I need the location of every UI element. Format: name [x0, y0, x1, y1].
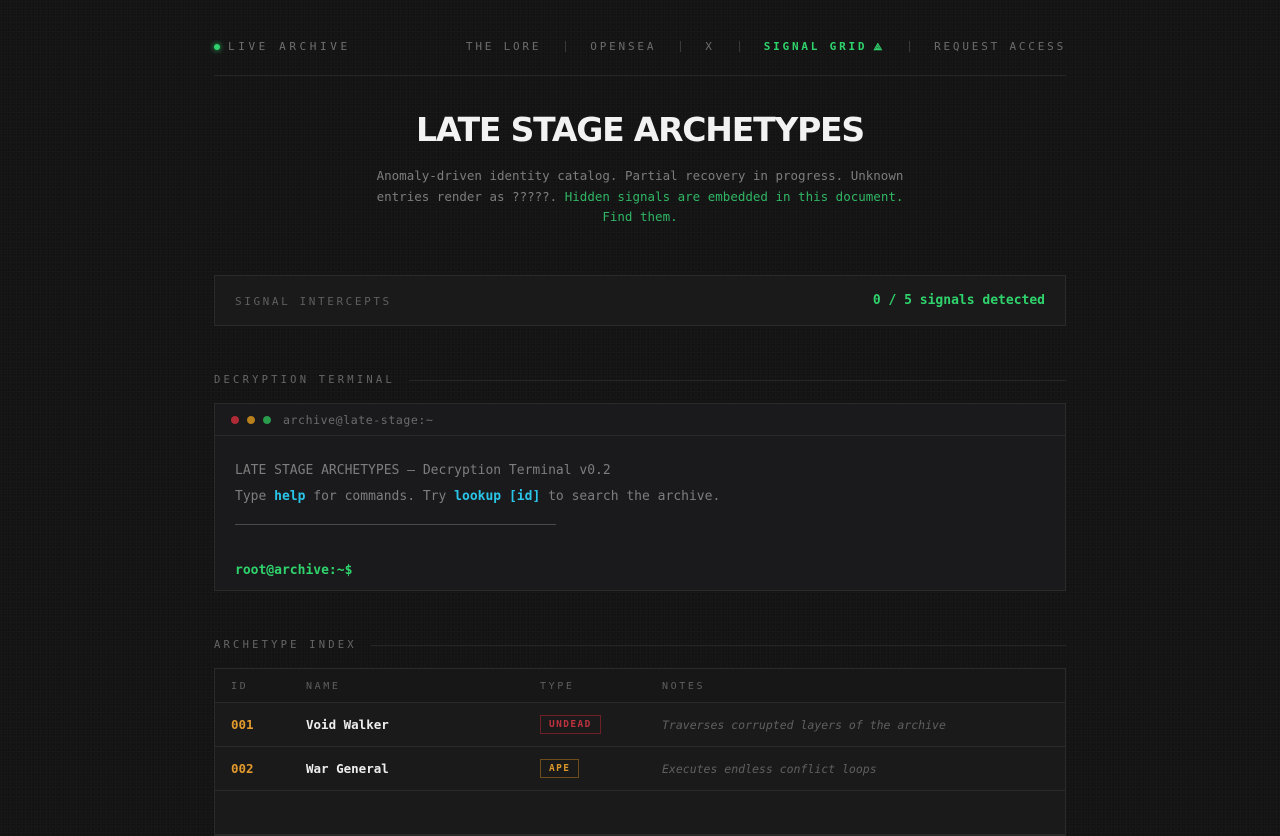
column-header-name: NAME [306, 681, 341, 692]
table-row[interactable] [215, 791, 1065, 835]
nav-separator [909, 41, 911, 52]
help-pre: Type [235, 489, 275, 504]
terminal-help-line: Type help for commands. Try lookup [id] … [235, 484, 1045, 510]
nav-separator [680, 41, 682, 52]
signal-grid-label: SIGNAL GRID [763, 40, 868, 53]
nav-separator [738, 41, 740, 52]
row-notes: Executes endless conflict loops [662, 762, 877, 776]
lookup-command: lookup [id] [454, 489, 541, 504]
type-badge-ape: APE [540, 759, 580, 778]
nav-links: THE LORE OPENSEA X SIGNAL GRID ⟁ REQUEST … [466, 40, 1066, 53]
decryption-terminal-heading: DECRYPTION TERMINAL [214, 374, 1066, 386]
row-notes: Traverses corrupted layers of the archiv… [662, 718, 946, 732]
nav-link-the-lore[interactable]: THE LORE [466, 40, 541, 53]
help-command: help [274, 489, 306, 504]
section-label: ARCHETYPE INDEX [214, 639, 357, 651]
minimize-dot-icon [247, 415, 255, 424]
nav-link-opensea[interactable]: OPENSEA [590, 40, 656, 53]
live-status-dot-icon [214, 43, 220, 50]
section-divider [408, 379, 1066, 381]
table-row[interactable]: 002 War General APE Executes endless con… [215, 747, 1065, 791]
nav-link-x[interactable]: X [705, 40, 714, 53]
terminal-title-bar: archive@late-stage:~ [215, 404, 1065, 436]
live-archive-label: LIVE ARCHIVE [228, 40, 351, 53]
row-id: 001 [231, 717, 254, 732]
terminal-body: LATE STAGE ARCHETYPES — Decryption Termi… [215, 436, 1065, 578]
page-title: LATE STAGE ARCHETYPES [416, 110, 865, 149]
decryption-terminal[interactable]: archive@late-stage:~ LATE STAGE ARCHETYP… [214, 403, 1066, 591]
archetype-index-heading: ARCHETYPE INDEX [214, 639, 1066, 651]
subtitle-highlight: Hidden signals are embedded in this docu… [564, 188, 904, 225]
type-badge-undead: UNDEAD [540, 715, 601, 734]
row-id: 002 [231, 761, 254, 776]
nav-link-request-access[interactable]: REQUEST ACCESS [934, 40, 1066, 53]
nav-separator [565, 41, 567, 52]
page-subtitle: Anomaly-driven identity catalog. Partial… [364, 166, 916, 228]
top-nav: LIVE ARCHIVE THE LORE OPENSEA X SIGNAL G… [214, 0, 1066, 76]
column-header-type: TYPE [540, 681, 575, 692]
close-dot-icon [231, 415, 239, 424]
signal-intercepts-panel: SIGNAL INTERCEPTS 0 / 5 signals detected [214, 275, 1066, 326]
table-header: ID NAME TYPE NOTES [215, 669, 1065, 703]
live-archive-indicator: LIVE ARCHIVE [214, 40, 351, 53]
section-label: DECRYPTION TERMINAL [214, 374, 395, 386]
signal-intercepts-label: SIGNAL INTERCEPTS [235, 295, 392, 308]
column-header-notes: NOTES [662, 681, 706, 692]
help-post: to search the archive. [540, 489, 721, 504]
help-mid: for commands. Try [305, 489, 455, 504]
maximize-dot-icon [263, 415, 271, 424]
terminal-divider [235, 524, 556, 525]
section-divider [370, 644, 1066, 646]
terminal-header-line: LATE STAGE ARCHETYPES — Decryption Termi… [235, 463, 611, 478]
column-header-id: ID [231, 681, 249, 692]
table-row[interactable]: 001 Void Walker UNDEAD Traverses corrupt… [215, 703, 1065, 747]
terminal-prompt[interactable]: root@archive:~$ [235, 563, 1045, 578]
signals-detected-count: 0 / 5 signals detected [872, 293, 1045, 308]
archetype-table: ID NAME TYPE NOTES 001 Void Walker UNDEA… [214, 668, 1066, 836]
nav-link-signal-grid[interactable]: SIGNAL GRID ⟁ [764, 40, 885, 53]
row-name: War General [306, 761, 389, 776]
triangle-alert-icon: ⟁ [873, 42, 886, 53]
terminal-title: archive@late-stage:~ [283, 412, 434, 427]
row-name: Void Walker [306, 717, 389, 732]
